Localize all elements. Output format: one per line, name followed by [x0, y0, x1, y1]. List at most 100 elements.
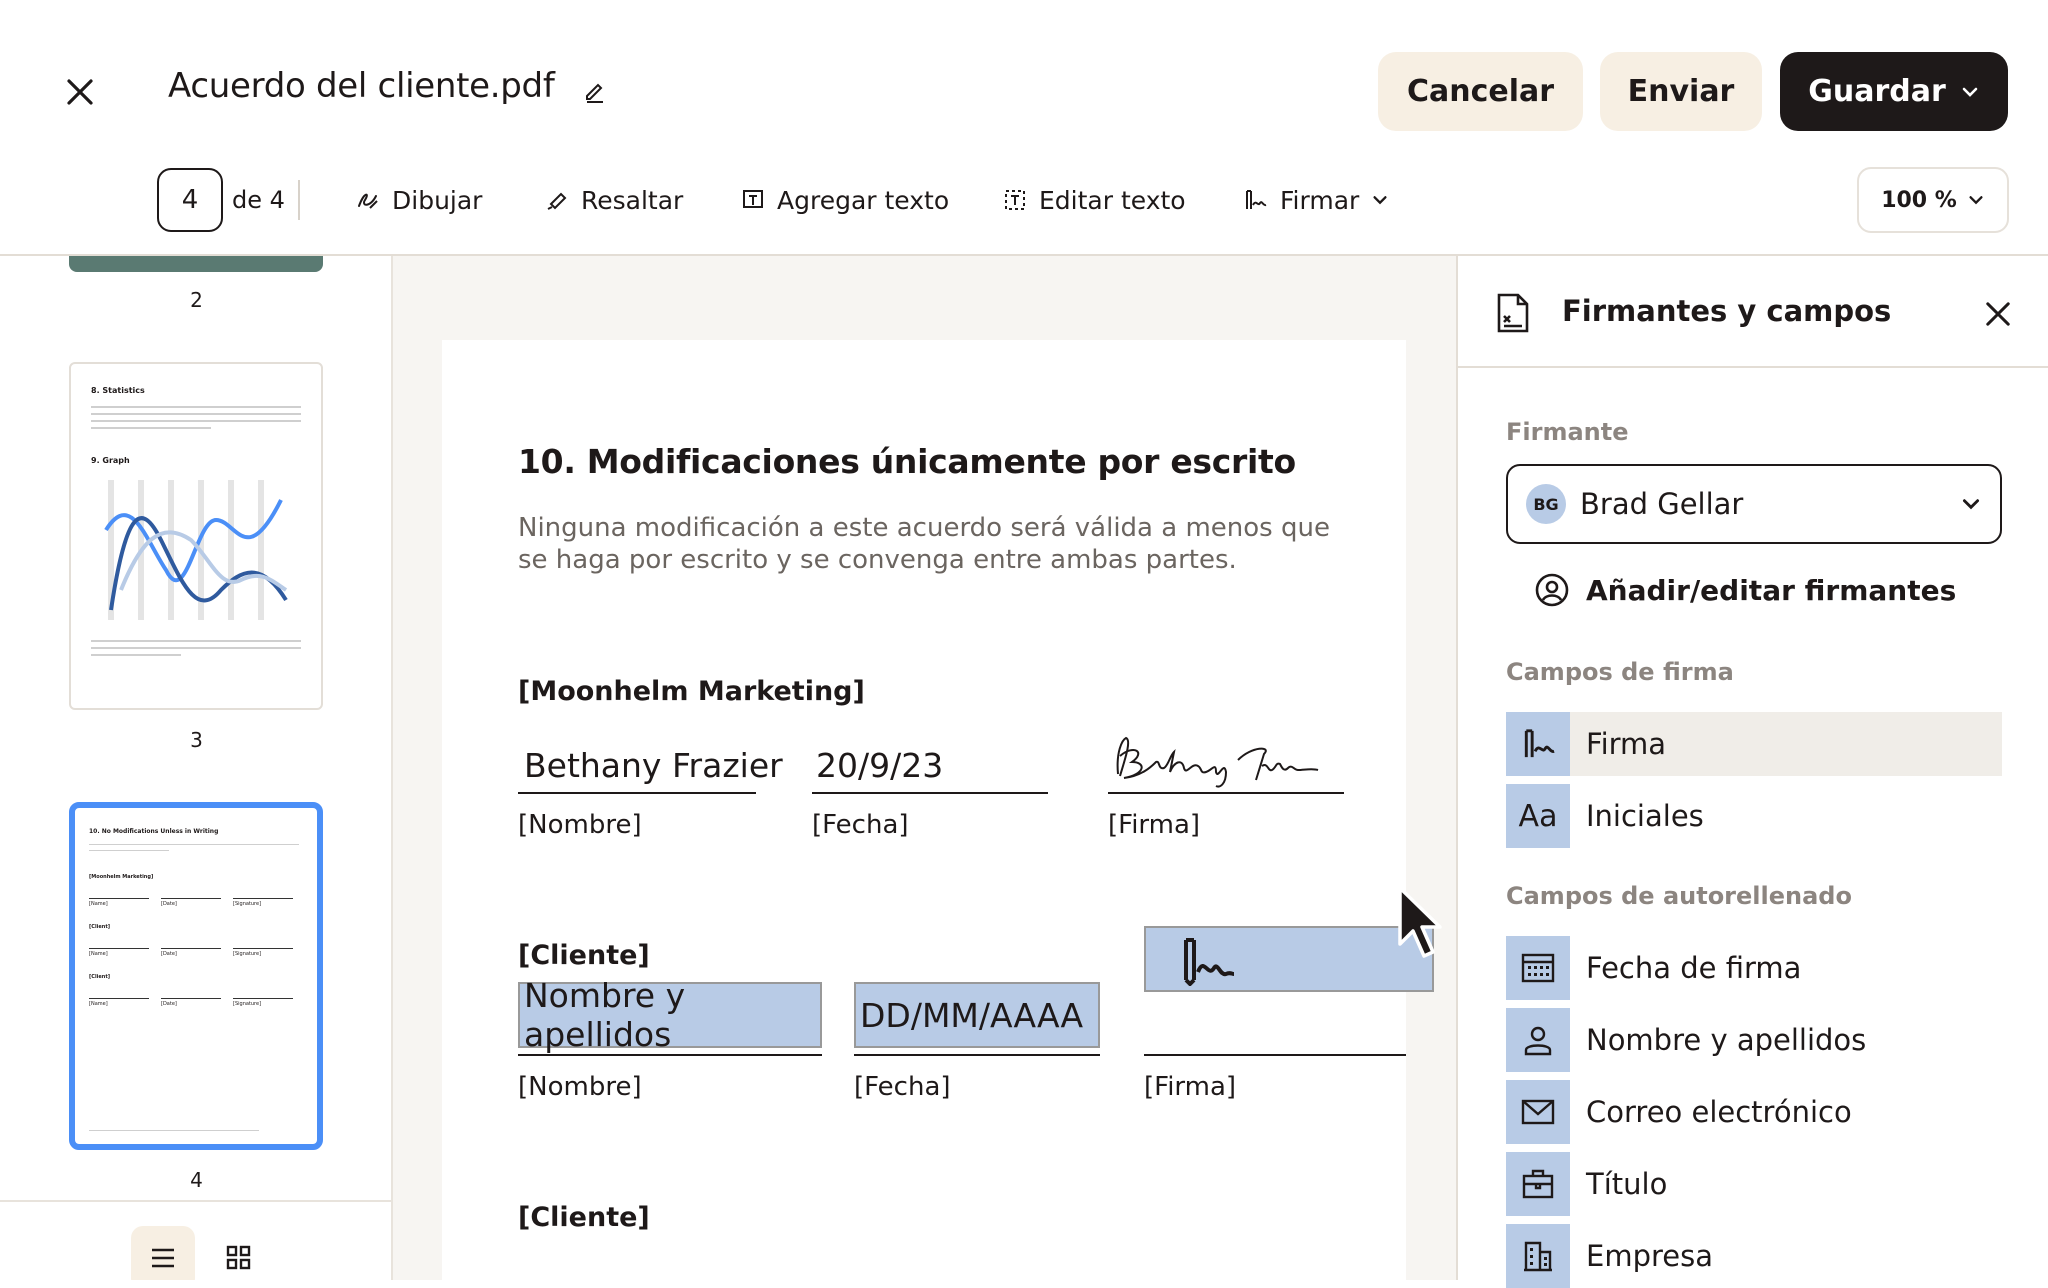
- user-circle-icon: [1535, 573, 1569, 607]
- field-item-label: Firma: [1586, 727, 1667, 761]
- close-button[interactable]: [60, 72, 100, 112]
- briefcase-icon: [1522, 1169, 1554, 1199]
- chevron-down-icon: [1962, 499, 1980, 510]
- cancel-button[interactable]: Cancelar: [1378, 52, 1583, 131]
- section-body: Ninguna modificación a este acuerdo será…: [518, 513, 1330, 575]
- rename-button[interactable]: [580, 76, 610, 106]
- panel-title: Firmantes y campos: [1562, 294, 1892, 328]
- avatar: BG: [1526, 484, 1566, 524]
- zoom-value: 100 %: [1881, 187, 1957, 213]
- panel-close-button[interactable]: [1978, 294, 2018, 334]
- sig-fields-label: Campos de firma: [1506, 658, 1734, 686]
- pencil-icon: [586, 83, 603, 103]
- zoom-select[interactable]: 100 %: [1857, 167, 2009, 233]
- field-item-sign-date[interactable]: Fecha de firma: [1506, 936, 2002, 1000]
- thumb-label: [Signature]: [233, 901, 262, 907]
- tool-highlight-label: Resaltar: [581, 185, 684, 215]
- thumbnail-number: 2: [190, 288, 203, 312]
- panel-header: Firmantes y campos: [1458, 256, 2048, 368]
- label-date: [Fecha]: [812, 810, 909, 840]
- thumb-party: [Moonhelm Marketing]: [89, 874, 154, 880]
- signer-date-value: 20/9/23: [816, 746, 944, 785]
- signer-name-value: Bethany Frazier: [524, 746, 783, 785]
- field-item-full-name[interactable]: Nombre y apellidos: [1506, 1008, 2002, 1072]
- grid-view-button[interactable]: [207, 1226, 271, 1280]
- draw-icon: [358, 193, 378, 209]
- date-field[interactable]: DD/MM/AAAA: [854, 982, 1100, 1048]
- envelope-icon: [1521, 1099, 1555, 1125]
- auto-fields-label: Campos de autorellenado: [1506, 882, 1852, 910]
- person-icon: [1524, 1026, 1552, 1056]
- thumb-heading: 8. Statistics: [91, 386, 145, 395]
- document-page: 10. Modificaciones únicamente por escrit…: [442, 340, 1434, 1280]
- tool-highlight[interactable]: Resaltar: [545, 180, 683, 220]
- thumbnail-sidebar: 2 8. Statistics 9. Graph 3 10. No Modifi…: [0, 256, 393, 1280]
- sign-icon: [1524, 729, 1555, 758]
- send-button[interactable]: Enviar: [1600, 52, 1762, 131]
- signer-select[interactable]: BG Brad Gellar: [1506, 464, 2002, 544]
- tool-edit-text[interactable]: Editar texto: [1003, 180, 1186, 220]
- grid-icon: [226, 1245, 251, 1270]
- thumb-graph: [104, 480, 288, 620]
- mouse-cursor-icon: [1398, 886, 1442, 958]
- thumb-label: [Name]: [89, 1001, 108, 1007]
- toolbar-divider: [298, 180, 300, 220]
- thumb-label: [Date]: [161, 901, 177, 907]
- field-item-label: Título: [1586, 1167, 1668, 1201]
- signature-image: [1116, 736, 1319, 788]
- section-title: 10. Modificaciones únicamente por escrit…: [518, 442, 1296, 481]
- field-item-initials[interactable]: Aa Iniciales: [1506, 784, 2002, 848]
- label-signature: [Firma]: [1144, 1072, 1237, 1102]
- page-number-input[interactable]: 4: [157, 168, 223, 232]
- tool-add-text-label: Agregar texto: [777, 185, 950, 215]
- close-icon: [1986, 302, 2010, 326]
- label-name: [Nombre]: [518, 1072, 642, 1102]
- thumb-label: [Signature]: [233, 951, 262, 957]
- tool-draw[interactable]: Dibujar: [356, 180, 482, 220]
- signature-field[interactable]: [1144, 926, 1434, 992]
- field-item-label: Correo electrónico: [1586, 1095, 1852, 1129]
- thumb-party: [Client]: [89, 924, 111, 930]
- sign-icon: [1184, 938, 1235, 986]
- list-icon: [152, 1248, 174, 1268]
- add-edit-signers-button[interactable]: Añadir/editar firmantes: [1534, 570, 1956, 610]
- document-signature-icon: [1497, 293, 1529, 333]
- field-item-label: Iniciales: [1586, 799, 1704, 833]
- field-item-title[interactable]: Título: [1506, 1152, 2002, 1216]
- initials-icon: Aa: [1518, 798, 1558, 834]
- party-heading: [Cliente]: [518, 1202, 650, 1233]
- thumb-label: [Signature]: [233, 1001, 262, 1007]
- page-total: de 4: [232, 186, 285, 214]
- field-item-email[interactable]: Correo electrónico: [1506, 1080, 2002, 1144]
- header: Acuerdo del cliente.pdf Cancelar Enviar …: [0, 0, 2048, 233]
- label-date: [Fecha]: [854, 1072, 951, 1102]
- thumb-label: [Name]: [89, 901, 108, 907]
- tool-draw-label: Dibujar: [392, 185, 483, 215]
- party-heading: [Moonhelm Marketing]: [518, 676, 865, 707]
- signer-label: Firmante: [1506, 418, 1629, 446]
- thumb-heading: 10. No Modifications Unless in Writing: [89, 828, 219, 835]
- building-icon: [1524, 1241, 1552, 1272]
- sign-icon: [1246, 190, 1267, 209]
- field-item-company[interactable]: Empresa: [1506, 1224, 2002, 1288]
- chevron-down-icon: [1969, 196, 1983, 205]
- thumbnail-number: 4: [190, 1168, 203, 1192]
- name-field[interactable]: Nombre y apellidos: [518, 976, 822, 1054]
- edit-text-icon: [1005, 190, 1025, 210]
- tool-sign[interactable]: Firmar: [1242, 180, 1389, 220]
- thumbnail-number: 3: [190, 728, 203, 752]
- signers-panel: Firmantes y campos Firmante BG Brad Gell…: [1456, 256, 2048, 1288]
- list-view-button[interactable]: [131, 1226, 195, 1280]
- label-signature: [Firma]: [1108, 810, 1201, 840]
- add-edit-signers-label: Añadir/editar firmantes: [1586, 573, 1957, 607]
- party-heading: [Cliente]: [518, 940, 650, 971]
- thumbnail-page-2[interactable]: [69, 256, 323, 272]
- field-item-signature[interactable]: Firma: [1506, 712, 2002, 776]
- save-button[interactable]: Guardar: [1780, 52, 2008, 131]
- thumb-party: [Client]: [89, 974, 111, 980]
- thumb-label: [Date]: [161, 951, 177, 957]
- tool-add-text[interactable]: Agregar texto: [741, 180, 949, 220]
- field-item-label: Fecha de firma: [1586, 951, 1802, 985]
- thumbnail-page-4[interactable]: 10. No Modifications Unless in Writing […: [69, 802, 323, 1150]
- thumbnail-page-3[interactable]: 8. Statistics 9. Graph: [69, 362, 323, 710]
